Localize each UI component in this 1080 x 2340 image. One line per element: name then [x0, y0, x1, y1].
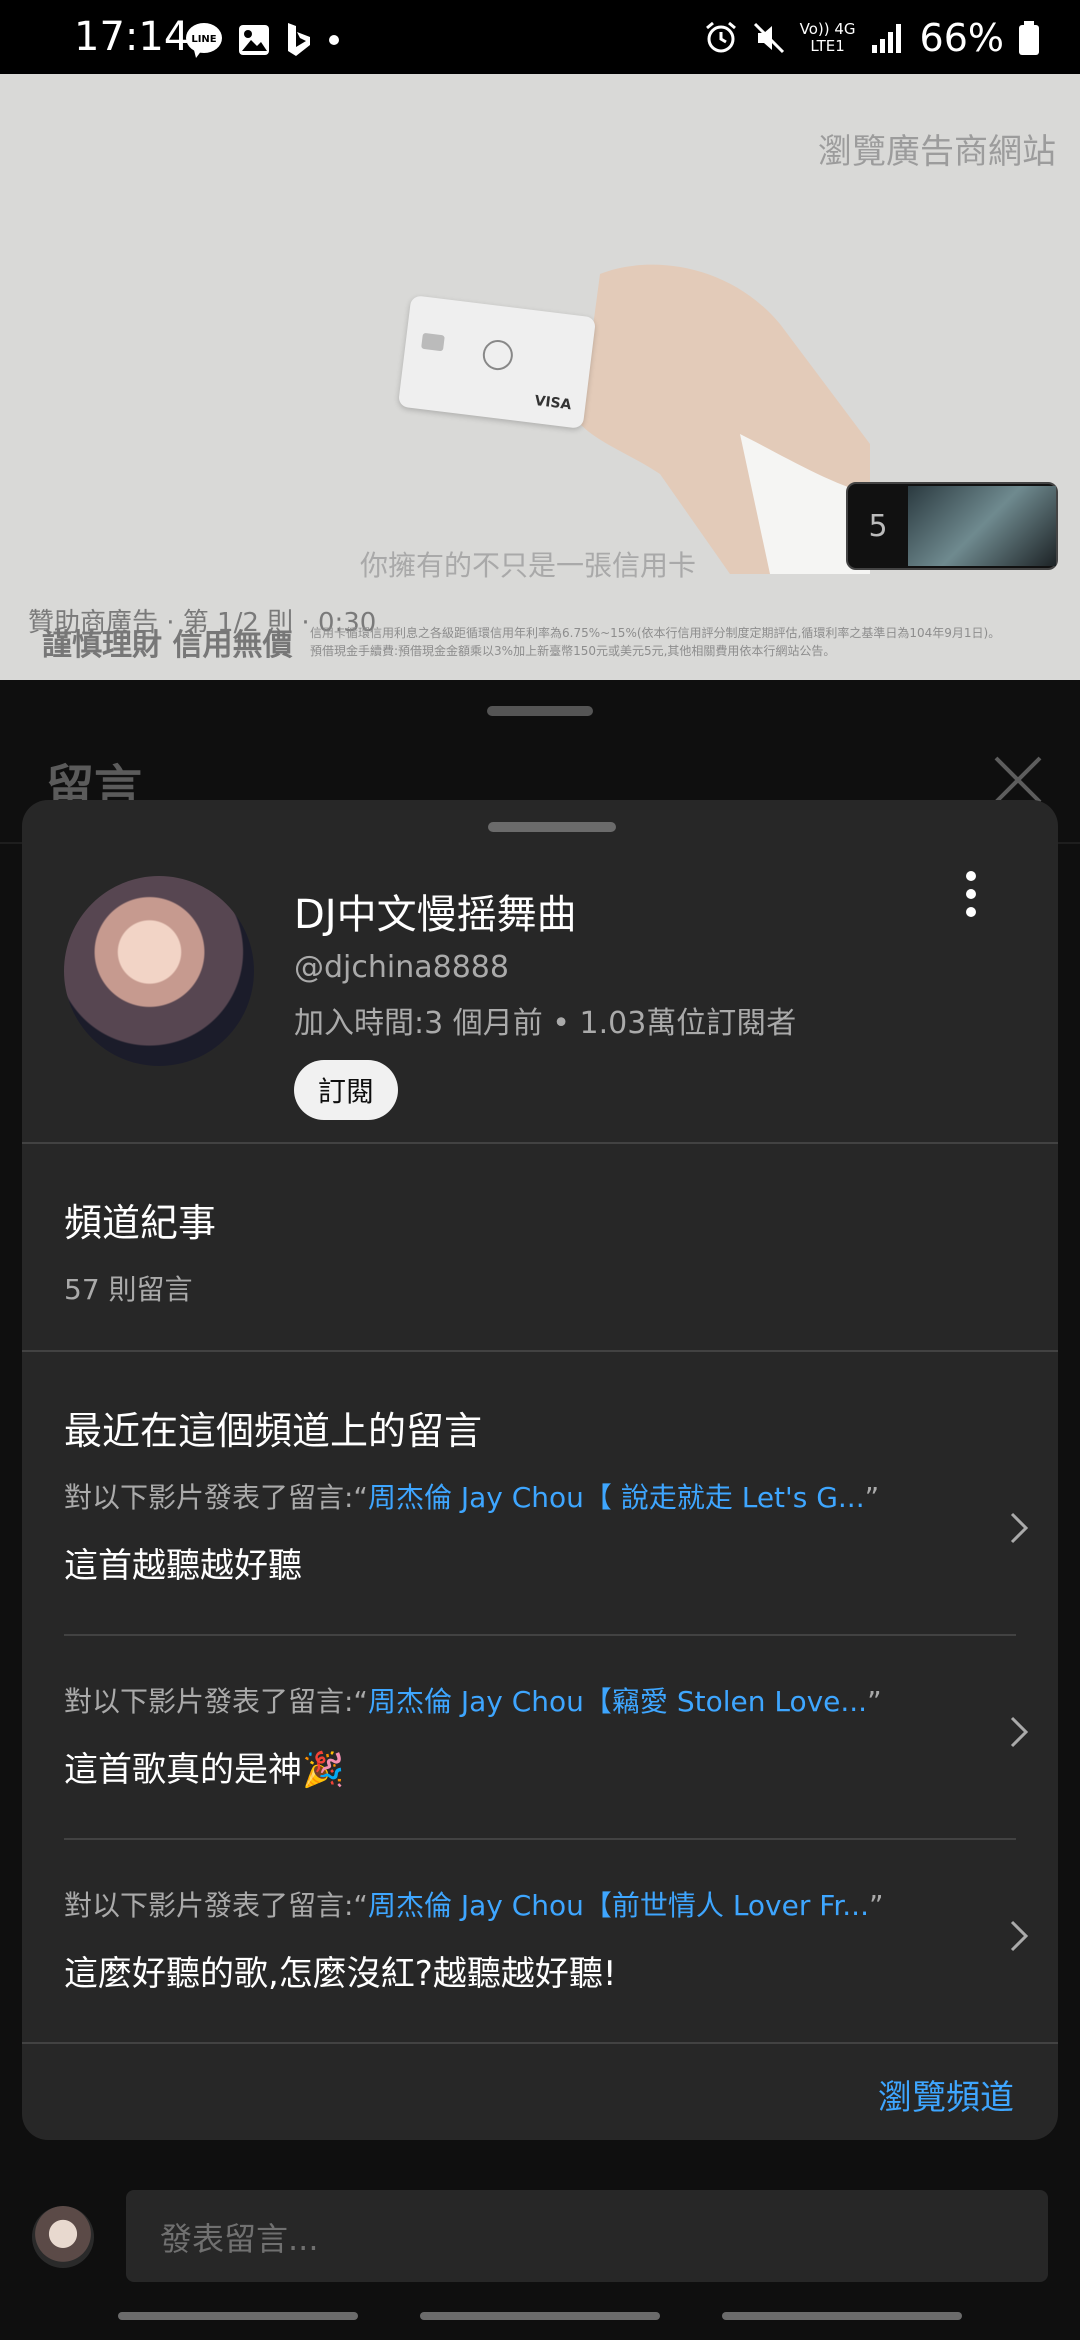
nav-bar-segment	[420, 2312, 660, 2320]
bing-icon	[288, 23, 310, 56]
ad-caption: 你擁有的不只是一張信用卡	[360, 549, 697, 582]
browse-channel-button[interactable]: 瀏覽頻道	[878, 2070, 1014, 2119]
notification-icons: LINE	[184, 20, 342, 60]
video-link[interactable]: 周杰倫 Jay Chou【 說走就走 Let's G...	[368, 1481, 865, 1514]
user-avatar	[32, 2206, 94, 2268]
skip-countdown: 5	[868, 508, 888, 544]
gallery-icon	[239, 25, 269, 55]
comment-text: 這麼好聽的歌,怎麼沒紅?越聽越好聽!	[64, 1954, 617, 1994]
advertiser-site-link[interactable]: 瀏覽廣告商網站	[818, 124, 1056, 173]
channel-history-title: 頻道紀事	[64, 1201, 217, 1245]
comment-text: 這首歌真的是神🎉	[64, 1750, 345, 1790]
nav-bar-segment	[722, 2312, 962, 2320]
system-icons: Vo)) 4G LTE1 66%	[704, 16, 1040, 60]
credit-card-image: VISA	[397, 295, 597, 429]
comments-panel-drag-handle[interactable]	[487, 706, 593, 716]
signal-icon	[871, 24, 901, 53]
sheet-drag-handle[interactable]	[488, 822, 616, 832]
nav-bar-segment	[118, 2312, 358, 2320]
more-vert-icon[interactable]	[956, 864, 986, 924]
divider	[22, 1142, 1058, 1144]
channel-name[interactable]: DJ中文慢摇舞曲	[294, 882, 577, 940]
alarm-icon	[705, 21, 736, 53]
battery-icon	[1019, 21, 1039, 55]
video-link[interactable]: 周杰倫 Jay Chou【前世情人 Lover Fr...	[368, 1889, 869, 1922]
next-video-thumbnail	[908, 486, 1056, 566]
status-bar: 17:14 LINE Vo)) 4G LTE1 66%	[0, 0, 1080, 74]
svg-text:LINE: LINE	[191, 34, 216, 45]
dot-icon	[329, 35, 339, 45]
line-app-icon: LINE	[186, 23, 222, 58]
subscribe-button[interactable]: 訂閱	[294, 1060, 398, 1120]
divider	[22, 2042, 1058, 2044]
ad-tagline: 謹慎理財 信用無價	[42, 628, 293, 663]
recent-comment-item[interactable]: 對以下影片發表了留言:“周杰倫 Jay Chou【前世情人 Lover Fr..…	[22, 1884, 1058, 2064]
channel-joined-info: 加入時間:3 個月前 • 1.03萬位訂閱者	[294, 1006, 797, 1041]
chevron-right-icon	[1010, 1716, 1029, 1748]
skip-ad-preview[interactable]: 5	[846, 482, 1058, 570]
video-link[interactable]: 周杰倫 Jay Chou【竊愛 Stolen Love...	[368, 1685, 867, 1718]
chevron-right-icon	[1010, 1512, 1029, 1544]
comment-context: 對以下影片發表了留言:“周杰倫 Jay Chou【 說走就走 Let's G..…	[64, 1481, 880, 1514]
comment-input-placeholder: 發表留言...	[160, 2220, 319, 2258]
channel-history-count: 57 則留言	[64, 1273, 193, 1306]
recent-comments-title: 最近在這個頻道上的留言	[64, 1409, 483, 1453]
network-label: Vo)) 4G LTE1	[799, 20, 856, 55]
comment-context: 對以下影片發表了留言:“周杰倫 Jay Chou【前世情人 Lover Fr..…	[64, 1889, 884, 1922]
channel-info-sheet: DJ中文慢摇舞曲 @djchina8888 加入時間:3 個月前 • 1.03萬…	[22, 800, 1058, 2140]
comment-context: 對以下影片發表了留言:“周杰倫 Jay Chou【竊愛 Stolen Love.…	[64, 1685, 882, 1718]
mute-icon	[753, 22, 784, 54]
channel-handle: @djchina8888	[294, 950, 509, 985]
battery-percent: 66%	[919, 16, 1004, 60]
status-time: 17:14	[74, 14, 190, 60]
comment-text: 這首越聽越好聽	[64, 1546, 302, 1586]
comment-input[interactable]: 發表留言...	[126, 2190, 1048, 2282]
channel-avatar[interactable]	[64, 876, 254, 1066]
recent-comment-item[interactable]: 對以下影片發表了留言:“周杰倫 Jay Chou【竊愛 Stolen Love.…	[22, 1680, 1058, 1860]
comment-composer: 發表留言...	[0, 2166, 1080, 2340]
divider	[22, 1350, 1058, 1352]
ad-fine-print: 信用卡循環信用利息之各級距循環信用年利率為6.75%~15%(依本行信用評分制度…	[310, 626, 1001, 658]
divider	[64, 1838, 1016, 1840]
recent-comment-item[interactable]: 對以下影片發表了留言:“周杰倫 Jay Chou【 說走就走 Let's G..…	[22, 1476, 1058, 1656]
divider	[64, 1634, 1016, 1636]
chevron-right-icon	[1010, 1920, 1029, 1952]
video-player-ad[interactable]: 瀏覽廣告商網站 VISA 你擁有的不只是一張信用卡 贊助商廣告 · 第 1/2 …	[0, 74, 1080, 680]
